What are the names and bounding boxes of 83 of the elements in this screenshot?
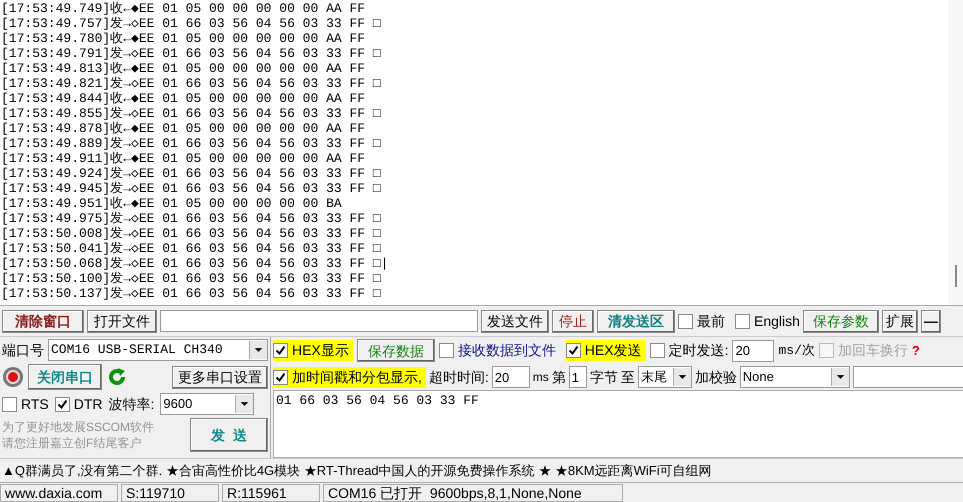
send-button[interactable]: 发 送 xyxy=(190,418,268,452)
log-line: [17:53:50.041]发→◇EE 01 66 03 56 04 56 03 33 FF □ xyxy=(1,241,382,256)
rts-checkbox[interactable] xyxy=(2,396,17,412)
english-checkbox[interactable] xyxy=(735,314,750,328)
log-line: [17:53:50.068]发→◇EE 01 66 03 56 04 56 03 33 FF □| xyxy=(1,256,390,271)
timestamp-label: 加时间戳和分包显示, xyxy=(292,368,422,386)
log-line: [17:53:49.951]收←◆EE 01 05 00 00 00 00 00 BA xyxy=(1,196,343,211)
log-line: [17:53:49.945]发→◇EE 01 66 03 56 04 56 03 33 FF □ xyxy=(1,181,382,196)
log-line: [17:53:50.100]发→◇EE 01 66 03 56 04 56 03 33 FF □ xyxy=(1,271,382,286)
log-line: [17:53:50.137]发→◇EE 01 66 03 56 04 56 03 33 FF □ xyxy=(1,286,382,301)
clear-send-button[interactable]: 清发送区 xyxy=(597,310,675,332)
help-icon[interactable]: ? xyxy=(912,344,920,357)
refresh-icon[interactable] xyxy=(106,366,128,388)
dropdown-caret-icon xyxy=(830,368,849,386)
send-text-area[interactable]: 01 66 03 56 04 56 03 33 FF xyxy=(273,390,963,458)
timeout-label: 超时时间: xyxy=(428,368,489,386)
dropdown-caret-icon xyxy=(672,368,691,386)
english-label: English xyxy=(754,312,800,331)
log-line: [17:53:49.911]收←◆EE 01 05 00 00 00 00 00 AA FF xyxy=(1,151,366,166)
byte-label: 字节 xyxy=(590,368,618,386)
log-line: [17:53:49.749]收←◆EE 01 05 00 00 00 00 00 AA FF xyxy=(1,1,366,16)
checksum-select[interactable]: None xyxy=(740,366,850,388)
save-params-button[interactable]: 保存参数 xyxy=(802,310,879,332)
expand-button[interactable]: 扩展 xyxy=(882,310,918,332)
receive-to-file-checkbox[interactable] xyxy=(438,343,454,358)
status-bar-field: COM16 已打开 9600bps,8,1,None,None xyxy=(323,484,623,502)
from-label: 第 xyxy=(552,368,566,386)
save-data-button[interactable]: 保存数据 xyxy=(356,339,435,362)
log-line: [17:53:49.878]收←◆EE 01 05 00 00 00 00 00 AA FF xyxy=(1,121,366,136)
timestamp-checkbox[interactable] xyxy=(273,370,288,384)
hex-display-checkbox[interactable] xyxy=(273,343,288,358)
status-bar-field: R:115961 xyxy=(222,484,320,502)
promo-text: 为了更好地发展SSCOM软件 xyxy=(2,419,154,435)
log-line: [17:53:49.780]收←◆EE 01 05 00 00 00 00 00 AA FF xyxy=(1,31,366,46)
log-line: [17:53:49.924]发→◇EE 01 66 03 56 04 56 03 33 FF □ xyxy=(1,166,382,181)
stop-button[interactable]: 停止 xyxy=(552,310,594,332)
log-line: [17:53:49.975]发→◇EE 01 66 03 56 04 56 03 33 FF □ xyxy=(1,211,382,226)
log-line: [17:53:49.813]收←◆EE 01 05 00 00 00 00 00 AA FF xyxy=(1,61,366,76)
topmost-checkbox[interactable] xyxy=(678,314,693,328)
ticker-text: ▲Q群满员了,没有第二个群. ★合宙高性价比4G模块 ★RT-Thread中国人的开源免费操作系统 ★ ★8KM远距离WiFi可自组网 xyxy=(2,462,712,480)
baud-label: 波特率: xyxy=(108,394,154,414)
log-line: [17:53:49.821]发→◇EE 01 66 03 56 04 56 03 33 FF □ xyxy=(1,76,382,91)
send-file-button[interactable]: 发送文件 xyxy=(481,310,549,332)
timed-send-checkbox[interactable] xyxy=(650,343,665,358)
log-line: [17:53:49.844]收←◆EE 01 05 00 00 00 00 00 AA FF xyxy=(1,91,366,106)
rts-label: RTS xyxy=(21,394,49,414)
log-line: [17:53:49.757]发→◇EE 01 66 03 56 04 56 03 33 FF □ xyxy=(1,16,382,31)
add-crlf-label: 加回车换行 xyxy=(838,341,908,360)
to-label: 至 xyxy=(620,368,635,386)
open-file-button[interactable]: 打开文件 xyxy=(87,310,157,332)
port-select[interactable]: COM16 USB-SERIAL CH340 xyxy=(48,339,268,361)
log-line: [17:53:49.855]发→◇EE 01 66 03 56 04 56 03 33 FF □ xyxy=(1,106,382,121)
more-settings-button[interactable]: 更多串口设置 xyxy=(172,366,268,388)
dtr-checkbox[interactable] xyxy=(54,396,70,412)
promo-text: 请您注册嘉立创F结尾客户 xyxy=(2,435,142,451)
to-select[interactable]: 末尾 xyxy=(638,366,692,388)
clear-window-button[interactable]: 清除窗口 xyxy=(2,310,84,332)
indicator-light-icon xyxy=(2,366,24,388)
timed-send-label: 定时发送: xyxy=(668,341,728,360)
port-label: 端口号 xyxy=(2,340,44,360)
file-path-field[interactable] xyxy=(160,310,478,332)
log-line: [17:53:49.791]发→◇EE 01 66 03 56 04 56 03 33 FF □ xyxy=(1,46,382,61)
hex-send-checkbox[interactable] xyxy=(566,343,581,358)
log-line: [17:53:50.008]发→◇EE 01 66 03 56 04 56 03 33 FF □ xyxy=(1,226,382,241)
baud-select[interactable]: 9600 xyxy=(160,393,254,415)
checksum-label: 加校验 xyxy=(694,368,737,386)
interval-unit: ms/次 xyxy=(778,342,815,360)
status-bar-field: www.daxia.com xyxy=(0,484,118,502)
close-port-button[interactable]: 关闭串口 xyxy=(28,364,102,390)
minimize-button[interactable]: — xyxy=(920,310,941,332)
receive-to-file-label: 接收数据到文件 xyxy=(458,341,556,360)
dtr-label: DTR xyxy=(74,394,103,414)
hex-send-label: HEX发送 xyxy=(584,341,642,360)
hex-display-label: HEX显示 xyxy=(292,341,349,360)
interval-field[interactable]: 20 xyxy=(732,340,774,362)
from-byte-field[interactable]: 1 xyxy=(568,366,587,388)
log-line: [17:53:49.889]发→◇EE 01 66 03 56 04 56 03 33 FF □ xyxy=(1,136,382,151)
dropdown-caret-icon xyxy=(235,395,254,413)
status-bar-field: S:119710 xyxy=(121,484,219,502)
dropdown-caret-icon xyxy=(249,341,267,359)
timeout-unit: ms xyxy=(532,369,549,386)
timeout-field[interactable]: 20 xyxy=(492,366,530,388)
topmost-label: 最前 xyxy=(697,312,725,330)
